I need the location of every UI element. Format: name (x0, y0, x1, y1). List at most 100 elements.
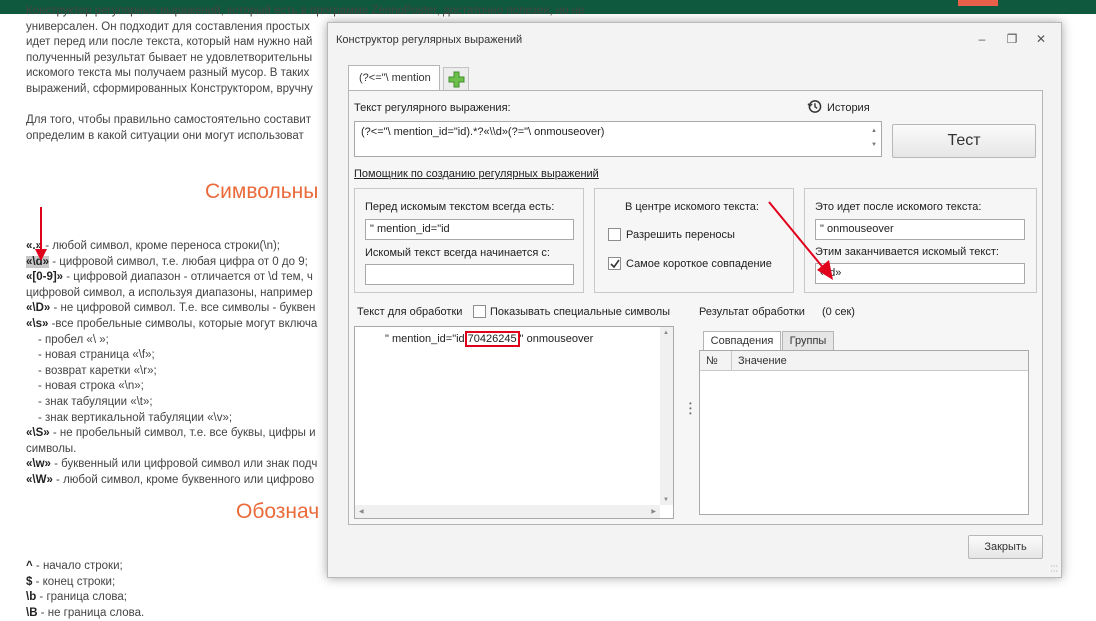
col-num[interactable]: № (706, 355, 718, 367)
anchor-description: - начало строки; (32, 560, 123, 572)
shortest-match-checkbox[interactable] (608, 257, 621, 270)
anchor-code: \b (26, 591, 37, 604)
symbol-code: «\S» (26, 427, 50, 440)
site-header-button[interactable] (958, 0, 998, 6)
check-icon (610, 259, 620, 269)
symbol-description: цифровой символ, а используя диапазоны, … (26, 286, 313, 299)
symbol-item: «\d» - цифровой символ, т.е. любая цифра… (26, 255, 317, 271)
before-label: Перед искомым текстом всегда есть: (365, 201, 555, 213)
center-text-group: В центре искомого текста: Разрешить пере… (594, 188, 794, 293)
symbol-code: «[0-9]» (26, 271, 64, 284)
tab-matches[interactable]: Совпадения (703, 331, 781, 351)
anchor-item: ^ - начало строки; (26, 559, 144, 575)
anchor-item: \b - граница слова; (26, 590, 144, 606)
symbol-item: - возврат каретки «\r»; (26, 364, 317, 380)
process-text-vscroll[interactable]: ▲ ▼ (660, 327, 673, 505)
symbol-item: «.» - любой символ, кроме переноса строк… (26, 239, 317, 255)
col-value[interactable]: Значение (738, 355, 787, 367)
symbol-item: - новая строка «\n»; (26, 379, 317, 395)
intro-line: Конструктор регулярных выражений, которы… (26, 4, 585, 20)
second-paragraph: Для того, чтобы правильно самостоятельно… (26, 113, 311, 144)
process-text-hscroll[interactable]: ◀ ▶ (355, 505, 660, 518)
symbol-item: «[0-9]» - цифровой диапазон - отличается… (26, 270, 317, 286)
history-clock-icon (807, 100, 822, 113)
close-button[interactable]: Закрыть (968, 535, 1043, 559)
after-label: Это идет после искомого текста: (815, 201, 982, 213)
symbol-description: символы. (26, 442, 77, 455)
process-text-area[interactable]: " mention_id="id 70426245 " onmouseover ▲ … (354, 326, 674, 519)
show-special-label: Показывать специальные символы (490, 306, 671, 318)
symbol-item: «\W» - любой символ, кроме буквенного ил… (26, 473, 317, 489)
tab-groups[interactable]: Группы (782, 331, 834, 351)
process-text-content: " mention_id="id 70426245 " onmouseover (385, 331, 594, 347)
symbol-item: - новая страница «\f»; (26, 348, 317, 364)
add-tab-button[interactable] (443, 67, 469, 91)
resize-grip[interactable]: ⋅⋅⋅ ⋅⋅⋅ (1050, 563, 1058, 576)
after-text-group: Это идет после искомого текста: " onmous… (804, 188, 1037, 293)
symbol-description: - цифровой символ, т.е. любая цифра от 0… (49, 255, 308, 268)
intro-text: Конструктор регулярных выражений, которы… (26, 5, 585, 17)
restore-icon[interactable]: ❐ (1004, 32, 1020, 46)
highlighted-match: 70426245 (464, 331, 520, 347)
history-button[interactable]: История (807, 99, 870, 114)
before-input[interactable]: " mention_id="id (365, 219, 574, 240)
regex-constructor-dialog: Конструктор регулярных выражений – ❐ ✕ (… (327, 22, 1062, 578)
regex-scroll-arrows[interactable]: ▲ ▼ (871, 124, 879, 152)
symbol-description: - возврат каретки «\r»; (38, 364, 157, 377)
anchor-item: $ - конец строки; (26, 575, 144, 591)
result-time: (0 сек) (822, 306, 855, 318)
center-label: В центре искомого текста: (625, 201, 759, 213)
regex-input[interactable]: (?<="\ mention_id="id).*?«\\d»(?="\ onmo… (354, 121, 882, 157)
starts-with-label: Искомый текст всегда начинается с: (365, 247, 550, 259)
symbol-description: - любой символ, кроме буквенного или циф… (52, 473, 315, 486)
symbol-item: символы. (26, 442, 317, 458)
anchor-description: - конец строки; (32, 575, 116, 588)
section-title-anchors: Обознач (236, 500, 320, 523)
allow-wrap-checkbox[interactable] (608, 228, 621, 241)
regex-value: (?<="\ mention_id="id).*?«\\d»(?="\ onmo… (361, 126, 605, 138)
symbol-description: - знак вертикальной табуляции «\v»; (38, 411, 233, 424)
paragraph-line: определим в какой ситуации они могут исп… (26, 129, 311, 145)
paragraph-text: Для того, чтобы правильно самостоятельно… (26, 114, 312, 126)
results-grid-header: № Значение (700, 351, 1028, 371)
tab-pattern[interactable]: (?<="\ mention (348, 65, 440, 91)
symbol-item: - знак вертикальной табуляции «\v»; (26, 411, 317, 427)
ends-with-input[interactable]: «\d» (815, 263, 1025, 284)
process-text-label: Текст для обработки (357, 306, 463, 318)
symbol-code: «.» (26, 240, 42, 252)
starts-with-input[interactable] (365, 264, 574, 285)
minimize-icon[interactable]: – (974, 32, 990, 46)
symbol-code: «\w» (26, 458, 51, 471)
result-label: Результат обработки (699, 306, 805, 318)
close-icon[interactable]: ✕ (1033, 32, 1049, 46)
before-text-group: Перед искомым текстом всегда есть: " men… (354, 188, 584, 293)
results-grid[interactable]: № Значение (699, 350, 1029, 515)
symbol-description: - знак табуляции «\t»; (38, 395, 153, 408)
anchor-code: ^ (26, 560, 33, 572)
dialog-titlebar[interactable]: Конструктор регулярных выражений – ❐ ✕ (328, 23, 1061, 57)
test-button[interactable]: Тест (892, 124, 1036, 158)
intro-text: искомого текста мы получаем разный мусор… (26, 67, 310, 80)
panel-splitter[interactable]: • • • (689, 400, 693, 418)
symbol-item: «\w» - буквенный или цифровой символ или… (26, 457, 317, 473)
show-special-checkbox[interactable] (473, 305, 486, 318)
ends-with-label: Этим заканчивается искомый текст: (815, 246, 999, 258)
intro-text: полученный результат бывает не удовлетво… (26, 51, 313, 64)
regex-label: Текст регулярного выражения: (354, 102, 511, 114)
symbol-description: - любой символ, кроме переноса строки(\n… (42, 240, 280, 252)
symbol-description: - буквенный или цифровой символ или знак… (50, 458, 318, 471)
paragraph-text: определим в какой ситуации они могут исп… (26, 129, 304, 142)
tab-content-panel: Текст регулярного выражения: История (?<… (348, 90, 1043, 525)
symbol-description: - пробел «\ »; (38, 333, 109, 346)
symbol-item: - знак табуляции «\t»; (26, 395, 317, 411)
process-text-after: " onmouseover (519, 333, 594, 345)
regex-helper-link[interactable]: Помощник по созданию регулярных выражени… (354, 168, 599, 180)
after-input[interactable]: " onmouseover (815, 219, 1025, 240)
shortest-match-label: Самое короткое совпадение (626, 258, 772, 270)
symbol-code: «\W» (26, 473, 53, 486)
allow-wrap-label: Разрешить переносы (626, 229, 735, 241)
intro-text: универсален. Он подходит для составления… (26, 20, 310, 33)
symbol-description: - новая страница «\f»; (38, 349, 155, 362)
symbol-description: - не пробельный символ, т.е. все буквы, … (49, 427, 316, 440)
intro-text: выражений, сформированных Конструктором,… (26, 82, 313, 95)
